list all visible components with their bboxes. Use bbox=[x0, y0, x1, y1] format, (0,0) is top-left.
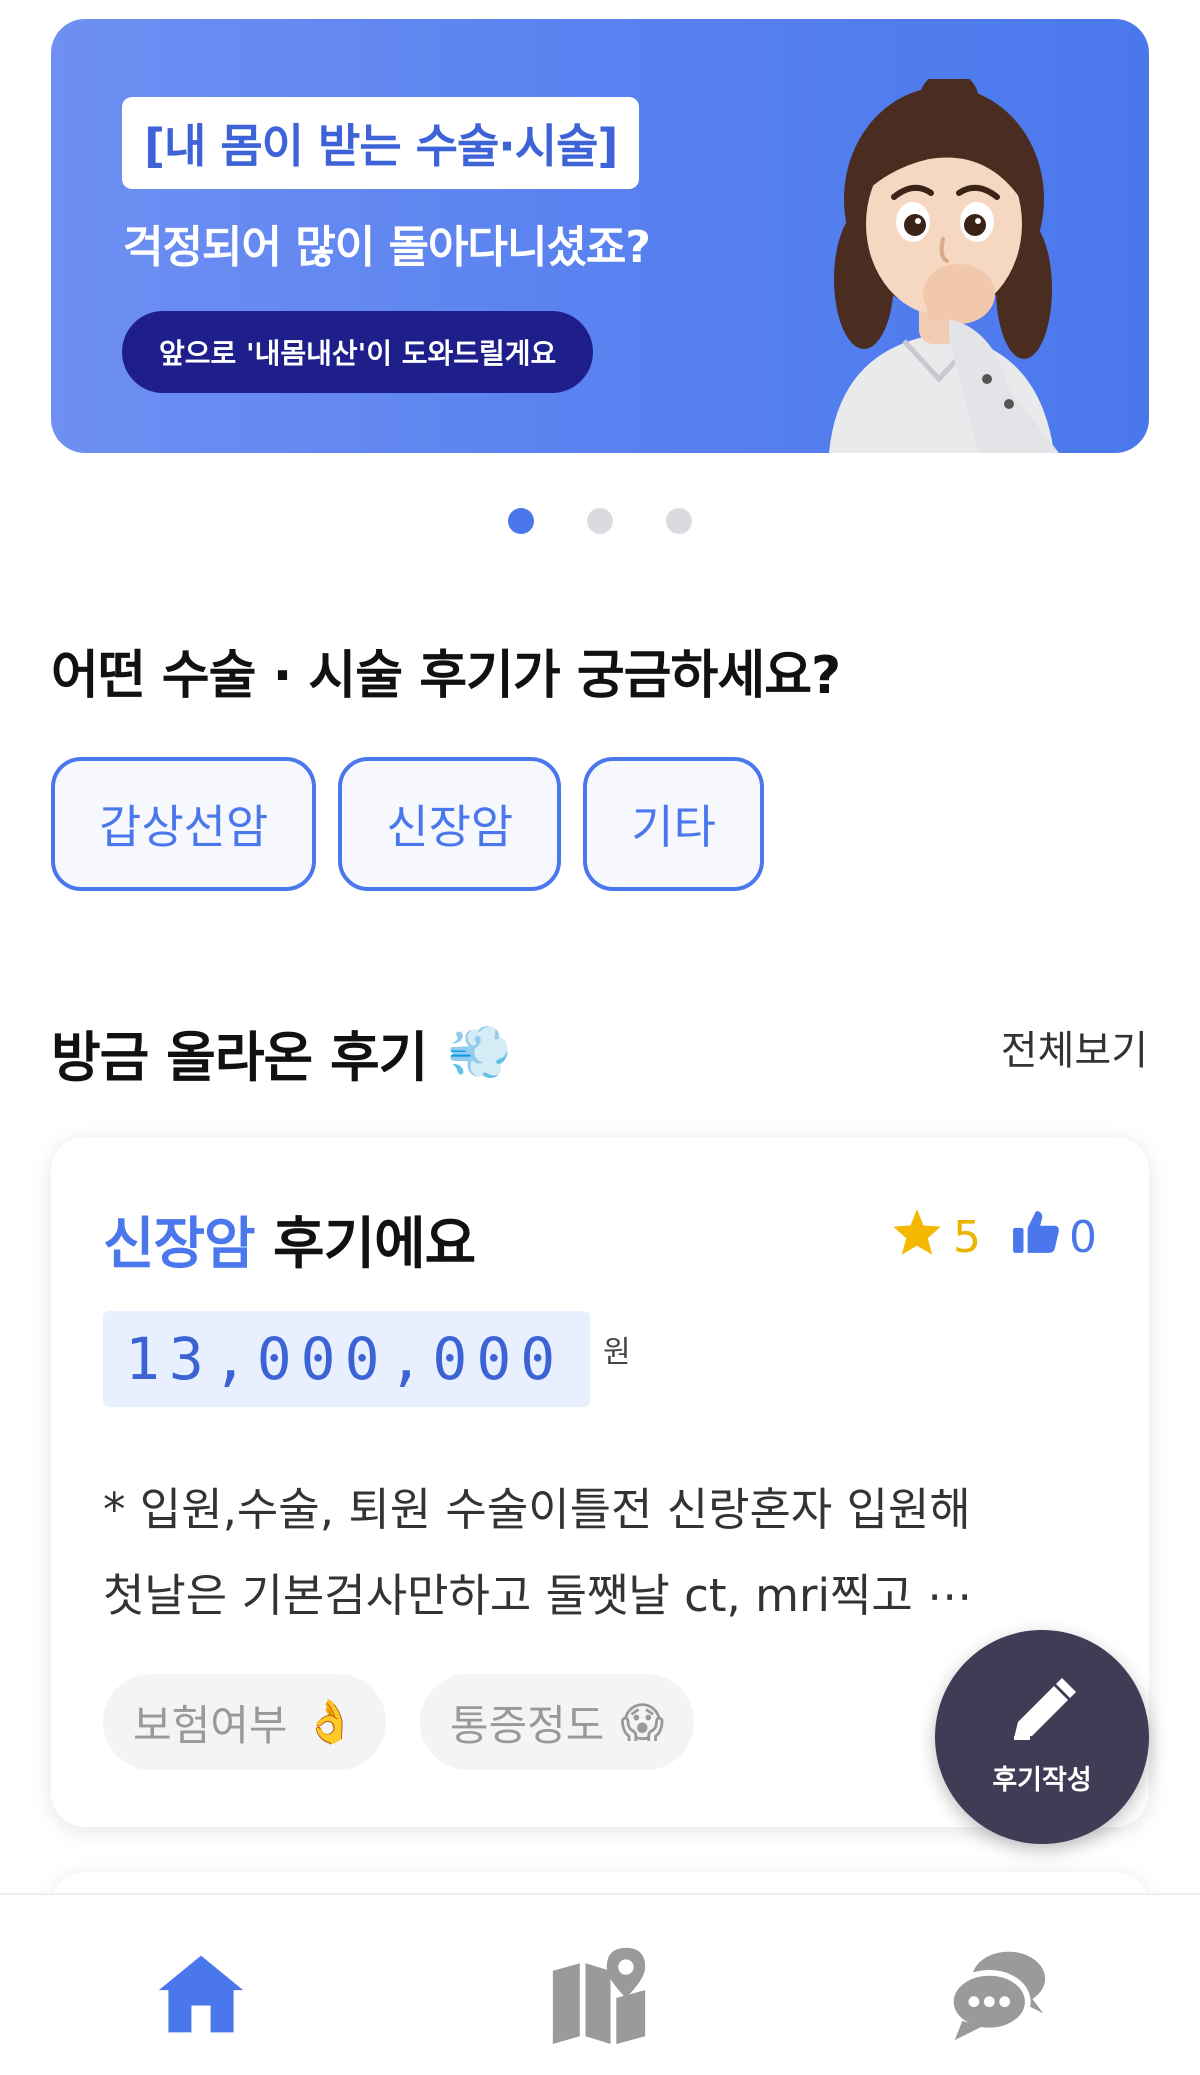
review-badges: 보험여부 👌 통증정도 😱 bbox=[103, 1674, 695, 1770]
excerpt-line-2: 첫날은 기본검사만하고 둘쨋날 ct, mri찍고 ⋯ bbox=[103, 1569, 973, 1622]
price-unit: 원 bbox=[603, 1335, 631, 1370]
bottom-navigation bbox=[0, 1893, 1200, 2075]
nav-home[interactable] bbox=[146, 1941, 256, 2051]
category-chips: 갑상선암 신장암 기타 bbox=[51, 757, 764, 891]
pager-dot-3[interactable] bbox=[666, 508, 692, 534]
promo-banner[interactable]: [내 몸이 받는 수술·시술] 걱정되어 많이 돌아다니셨죠? 앞으로 '내몸내… bbox=[51, 19, 1149, 453]
excerpt-line-1: * 입원,수술, 퇴원 수술이틀전 신랑혼자 입원해 bbox=[103, 1483, 971, 1536]
category-question-heading: 어떤 수술 · 시술 후기가 궁금하세요? bbox=[51, 646, 841, 706]
pager-dot-2[interactable] bbox=[587, 508, 613, 534]
recent-reviews-heading: 방금 올라온 후기 💨 bbox=[51, 1013, 512, 1092]
worried-woman-avatar bbox=[809, 71, 1069, 453]
badge-insurance-label: 보험여부 bbox=[133, 1700, 288, 1750]
map-icon bbox=[549, 1944, 649, 2048]
thumbs-up-icon[interactable] bbox=[1011, 1207, 1061, 1268]
banner-tag: [내 몸이 받는 수술·시술] bbox=[122, 97, 640, 189]
nav-community[interactable] bbox=[942, 1941, 1052, 2051]
dash-emoji: 💨 bbox=[447, 1023, 512, 1083]
review-price: 13,000,000 bbox=[103, 1311, 590, 1407]
banner-cta-button[interactable]: 앞으로 '내몸내산'이 도와드릴게요 bbox=[122, 311, 594, 393]
review-excerpt: * 입원,수술, 퇴원 수술이틀전 신랑혼자 입원해 첫날은 기본검사만하고 둘… bbox=[103, 1467, 1103, 1639]
badge-pain-level: 통증정도 😱 bbox=[419, 1674, 695, 1770]
rating-value: 5 bbox=[953, 1212, 981, 1263]
review-meta: 5 0 bbox=[891, 1207, 1097, 1268]
review-card-title: 신장암 후기에요 bbox=[103, 1199, 476, 1280]
recent-reviews-title: 방금 올라온 후기 bbox=[51, 1026, 428, 1089]
chip-kidney-cancer[interactable]: 신장암 bbox=[338, 757, 562, 891]
chip-thyroid-cancer[interactable]: 갑상선암 bbox=[51, 757, 317, 891]
review-title-suffix: 후기에요 bbox=[254, 1212, 476, 1277]
badge-pain-label: 통증정도 bbox=[449, 1700, 605, 1750]
star-icon bbox=[891, 1207, 943, 1268]
home-icon bbox=[155, 1948, 247, 2044]
nav-map[interactable] bbox=[544, 1941, 654, 2051]
banner-subtitle: 걱정되어 많이 돌아다니셨죠? bbox=[123, 222, 651, 273]
like-count: 0 bbox=[1069, 1212, 1097, 1263]
review-category: 신장암 bbox=[103, 1212, 256, 1277]
scream-emoji: 😱 bbox=[620, 1697, 665, 1747]
pencil-icon bbox=[1002, 1677, 1082, 1754]
badge-insurance: 보험여부 👌 bbox=[103, 1674, 386, 1770]
chip-other[interactable]: 기타 bbox=[583, 757, 764, 891]
pager-dot-1[interactable] bbox=[508, 508, 534, 534]
ok-hand-emoji: 👌 bbox=[303, 1697, 356, 1746]
write-review-button[interactable]: 후기작성 bbox=[935, 1630, 1149, 1844]
write-review-label: 후기작성 bbox=[992, 1764, 1092, 1796]
see-all-link[interactable]: 전체보기 bbox=[1001, 1018, 1148, 1076]
banner-pager[interactable] bbox=[0, 508, 1200, 534]
chat-icon bbox=[947, 1946, 1047, 2046]
